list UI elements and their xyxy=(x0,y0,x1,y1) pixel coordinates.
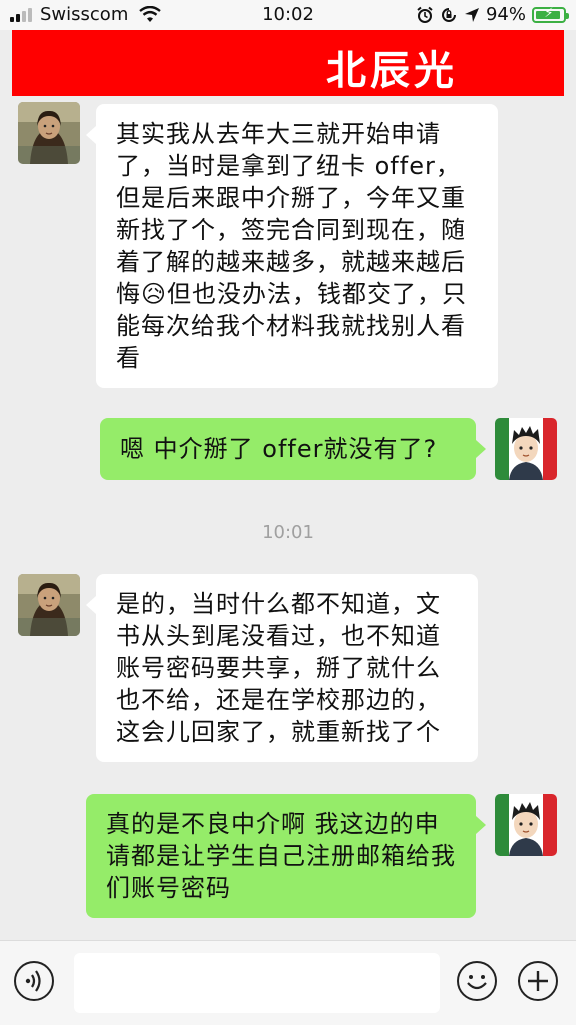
battery-percent: 94% xyxy=(485,4,526,25)
chat-timestamp: 10:01 xyxy=(262,522,314,543)
orientation-lock-icon xyxy=(442,7,456,22)
message-text: 其实我从去年大三就开始申请了，当时是拿到了纽卡 offer，但是后来跟中介掰了，… xyxy=(116,120,468,372)
alarm-icon xyxy=(417,6,433,23)
title-banner: 北辰光 xyxy=(12,30,564,96)
my-avatar[interactable] xyxy=(495,794,557,856)
status-right-group: 94% ⚡ xyxy=(416,4,569,25)
contact-avatar[interactable] xyxy=(18,574,80,636)
message-text: 是的，当时什么都不知道，文书从头到尾没看过，也不知道账号密码要共享，掰了就什么也… xyxy=(116,590,441,746)
message-input[interactable] xyxy=(74,953,440,1013)
message-bubble-outgoing[interactable]: 真的是不良中介啊 我这边的申请都是让学生自己注册邮箱给我们账号密码 xyxy=(86,794,486,918)
emoji-icon[interactable] xyxy=(457,961,497,1001)
location-arrow-icon xyxy=(464,7,479,22)
battery-charging-icon: ⚡ xyxy=(532,6,569,23)
message-text: 嗯 中介掰了 offer就没有了? xyxy=(120,435,438,463)
message-bubble-incoming[interactable]: 其实我从去年大三就开始申请了，当时是拿到了纽卡 offer，但是后来跟中介掰了，… xyxy=(86,104,498,388)
chat-area[interactable]: 其实我从去年大三就开始申请了，当时是拿到了纽卡 offer，但是后来跟中介掰了，… xyxy=(0,96,576,940)
my-avatar[interactable] xyxy=(495,418,557,480)
message-bubble-incoming[interactable]: 是的，当时什么都不知道，文书从头到尾没看过，也不知道账号密码要共享，掰了就什么也… xyxy=(86,574,478,762)
plus-icon[interactable] xyxy=(518,961,558,1001)
status-bar: Swisscom 10:02 94% ⚡ xyxy=(0,0,576,30)
message-bubble-outgoing[interactable]: 嗯 中介掰了 offer就没有了? xyxy=(100,418,486,480)
input-bar xyxy=(0,940,576,1025)
voice-icon[interactable] xyxy=(14,961,54,1001)
contact-avatar[interactable] xyxy=(18,102,80,164)
message-text: 真的是不良中介啊 我这边的申请都是让学生自己注册邮箱给我们账号密码 xyxy=(106,810,456,902)
page-title: 北辰光 xyxy=(326,47,458,94)
